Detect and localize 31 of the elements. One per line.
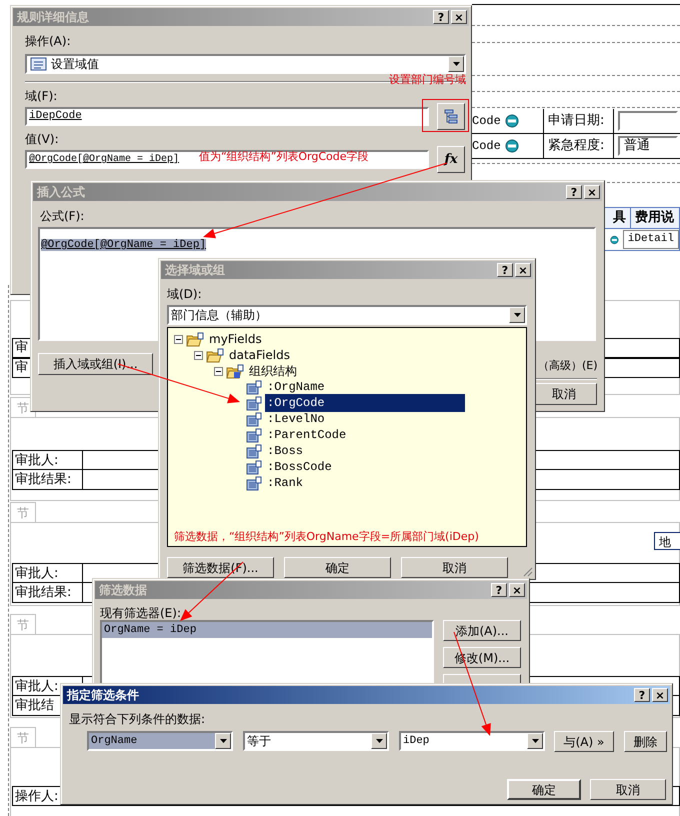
form-label: 审批人: xyxy=(13,564,83,582)
field-label: 域(D): xyxy=(167,286,203,303)
form-label: 申请日期: xyxy=(548,112,604,130)
select-value: OrgName xyxy=(90,734,138,749)
window-title: 插入公式 xyxy=(37,184,85,201)
form-label: 审 xyxy=(14,339,28,358)
column-header: 费用说 xyxy=(634,209,674,227)
field-label: 现有筛选器(E): xyxy=(100,605,181,622)
window-title: 规则详细信息 xyxy=(17,9,89,26)
select-value: iDep xyxy=(402,734,430,749)
field-label: 操作(A): xyxy=(25,33,71,50)
selected-text: @OrgCode[@OrgName = iDep] xyxy=(41,239,206,251)
annotation-text: 设置部门编号域 xyxy=(389,72,466,88)
field-code: Code xyxy=(472,138,501,155)
field-code: Code xyxy=(472,113,501,130)
select-value: 部门信息（辅助） xyxy=(170,307,268,324)
form-label: 紧急程度: xyxy=(548,137,604,156)
form-label: 审批结果: xyxy=(13,583,83,602)
form-label: 审 xyxy=(14,359,28,378)
field-label: 公式(F): xyxy=(40,208,84,225)
annotation-text: 值为“组织结构”列表OrgCode字段 xyxy=(199,149,369,165)
select-value: 等于 xyxy=(246,733,272,750)
annotation-text: 筛选数据，“组织结构”列表OrgName字段=所属部门域(iDep) xyxy=(174,528,479,544)
field-label: 值(V): xyxy=(25,131,59,148)
form-label: 审批结果: xyxy=(13,470,83,489)
select-value: 设置域值 xyxy=(51,56,100,73)
window-title: 筛选数据 xyxy=(99,582,147,599)
field-label: （高级）(E) xyxy=(538,358,598,374)
form-label: 审批人: xyxy=(13,451,83,469)
field-label: 域(F): xyxy=(25,88,58,105)
window-title: 选择域或组 xyxy=(165,262,225,279)
